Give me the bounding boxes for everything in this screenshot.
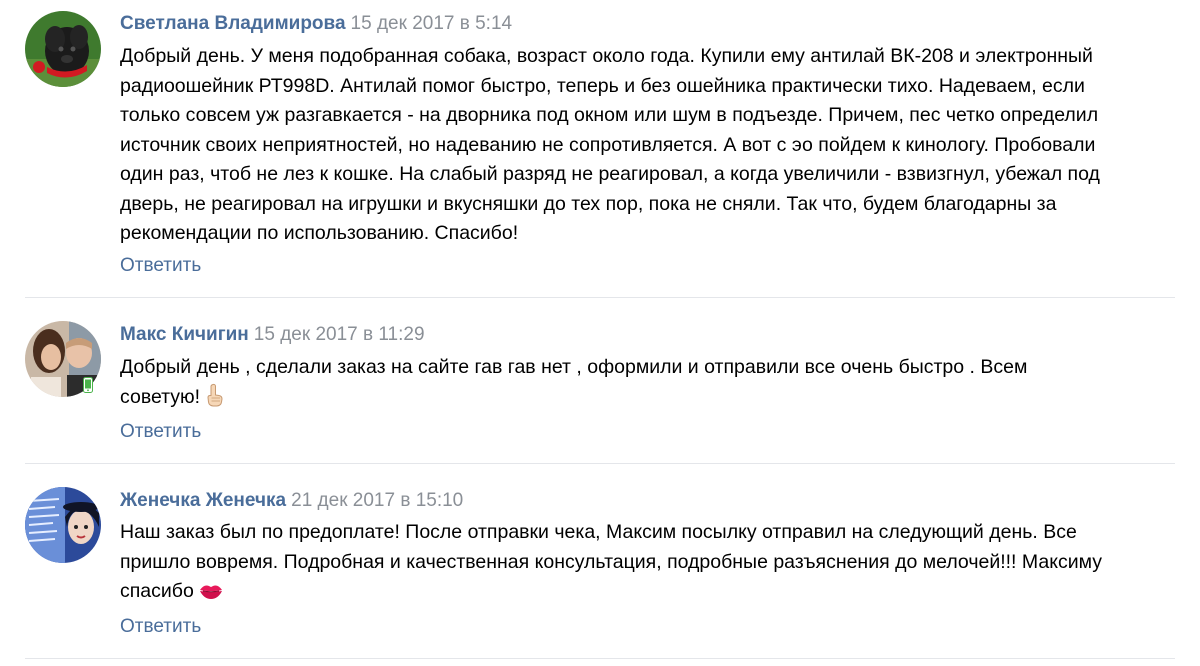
comment-text-line: источник своих неприятностей, но надеван… [120, 133, 1096, 156]
comment-text-line: Добрый день , сделали заказ на сайте гав… [120, 356, 1028, 378]
dog-avatar-icon [25, 11, 101, 87]
divider [25, 297, 1175, 298]
divider [25, 658, 1175, 659]
comment-text: Наш заказ был по предоплате! После отпра… [120, 518, 1180, 611]
comment-text-line: один раз, чтоб не лез к кошке. На слабый… [120, 163, 1100, 185]
comment-text-line: спасибо [120, 580, 194, 602]
comment-header: Макс Кичигин 15 дек 2017 в 11:29 [120, 323, 425, 347]
index-finger-up-emoji [204, 383, 226, 417]
author-avatar[interactable] [25, 487, 101, 563]
comment-text: Добрый день. У меня подобранная собака, … [120, 42, 1180, 249]
author-name[interactable]: Макс Кичигин [120, 324, 249, 345]
reply-link[interactable]: Ответить [120, 254, 201, 278]
comment-date[interactable]: 15 дек 2017 в 11:29 [254, 324, 425, 345]
comment-text-line: рекомендации по использованию. Спасибо! [120, 222, 519, 244]
comment-text-line: Наш заказ был по предоплате! После отпра… [120, 521, 1077, 543]
comment-text-line-wrap: советую! [120, 383, 1180, 417]
comments-list: Светлана Владимирова 15 дек 2017 в 5:14 Д… [0, 0, 1200, 666]
kiss-lips-emoji [198, 581, 224, 611]
author-name[interactable]: Светлана Владимирова [120, 13, 346, 34]
comment-text-line: пришло вовремя. Подробная и качественная… [120, 550, 1102, 573]
author-name[interactable]: Женечка Женечка [120, 490, 286, 511]
blue-portrait-avatar-icon [25, 487, 101, 563]
comment-text-line: только совсем уж разгавкается - на дворн… [120, 104, 1099, 126]
comment-text-line: радиоошейник РТ998D. Антилай помог быстр… [120, 74, 1085, 97]
comment-text-line: Добрый день. У меня подобранная собака, … [120, 45, 1093, 67]
comment-date[interactable]: 21 дек 2017 в 15:10 [291, 490, 463, 511]
comment-date[interactable]: 15 дек 2017 в 5:14 [351, 13, 513, 34]
mobile-online-icon [83, 377, 93, 393]
comment-text-line: дверь, не реагировал на игрушки и вкусня… [120, 192, 1057, 215]
comment-text-line: советую! [120, 385, 201, 408]
comment-text-line-wrap: спасибо [120, 577, 1180, 611]
comment-header: Женечка Женечка 21 дек 2017 в 15:10 [120, 489, 463, 513]
reply-link[interactable]: Ответить [120, 420, 201, 444]
reply-link[interactable]: Ответить [120, 615, 201, 639]
comment-header: Светлана Владимирова 15 дек 2017 в 5:14 [120, 12, 512, 36]
comment-text: Добрый день , сделали заказ на сайте гав… [120, 353, 1180, 416]
divider [25, 463, 1175, 464]
author-avatar[interactable] [25, 11, 101, 87]
